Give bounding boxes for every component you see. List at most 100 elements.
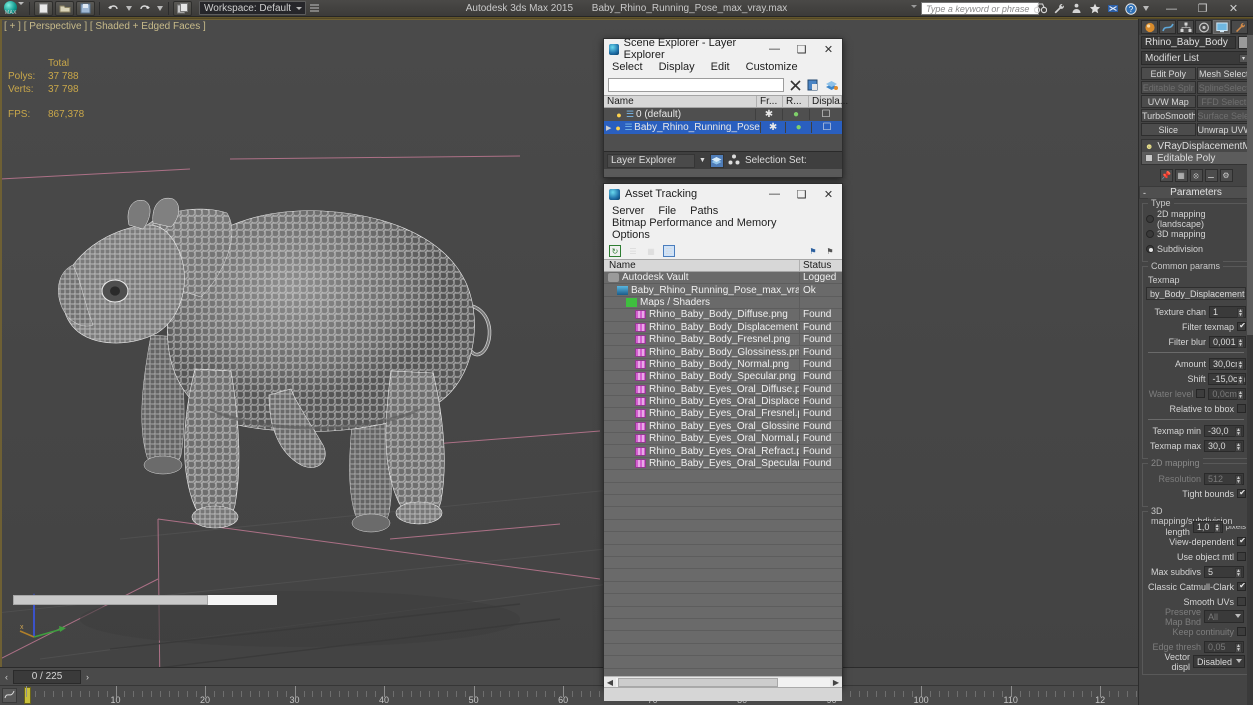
minimize-button[interactable]: — <box>1156 0 1187 17</box>
command-panel-scrollbar[interactable] <box>1247 35 1253 705</box>
current-frame-field[interactable]: 0 / 225 <box>13 669 81 684</box>
asset-row[interactable]: Rhino_Baby_Body_Normal.png Found <box>604 358 842 372</box>
save-icon[interactable] <box>76 0 95 16</box>
track-bar-ruler[interactable]: 10203040506070809010011012 <box>0 685 1138 705</box>
scroll-track[interactable] <box>616 677 830 687</box>
next-frame-button[interactable]: › <box>81 668 94 685</box>
menu-edit[interactable]: Edit <box>711 61 730 73</box>
scroll-left-icon[interactable]: ◀ <box>604 678 616 687</box>
freeze-cell[interactable]: ✱ <box>755 109 782 120</box>
modifier-button-unwrap-uvw[interactable]: Unwrap UVW <box>1196 123 1251 136</box>
water-level-spinner[interactable]: 0,0cm ▲ ▼ <box>1208 387 1246 400</box>
edge-length-spinner[interactable]: 1,0 ▲ ▼ <box>1192 520 1223 533</box>
radio-icon[interactable] <box>1146 229 1154 238</box>
make-unique-icon[interactable]: ⦻ <box>1189 169 1203 182</box>
explorer-mode-combo[interactable]: Layer Explorer <box>607 153 695 168</box>
minimize-button[interactable]: — <box>761 184 788 204</box>
undo-dropdown-icon[interactable] <box>125 1 133 16</box>
person-icon[interactable] <box>1070 2 1083 15</box>
asset-row[interactable]: Rhino_Baby_Eyes_Oral_Normal.png Found <box>604 433 842 446</box>
preserve-map-bnd-row[interactable]: Preserve Map Bnd All <box>1146 607 1246 627</box>
asset-tracking-window[interactable]: Asset Tracking — ❑ ✕ Server File Paths B… <box>603 183 843 701</box>
relative-to-bbox-row[interactable]: Relative to bbox <box>1146 402 1246 415</box>
layer-manager-icon[interactable] <box>709 153 724 168</box>
asset-tracking-hscrollbar[interactable]: ◀ ▶ <box>604 676 842 687</box>
column-render[interactable]: R... <box>783 96 809 107</box>
asset-row[interactable]: Rhino_Baby_Eyes_Oral_Specular.pngFound <box>604 458 842 471</box>
texture-channel-row[interactable]: Texture chan 1 ▲ ▼ <box>1146 305 1246 318</box>
asset-row[interactable]: Rhino_Baby_Body_Specular.png Found <box>604 371 842 384</box>
search-dropdown-icon[interactable] <box>911 5 917 8</box>
radio-subdivision[interactable]: Subdivision <box>1146 242 1246 255</box>
filter-blur-spinner[interactable]: 0,001 ▲ ▼ <box>1209 335 1246 348</box>
command-panel[interactable]: Rhino_Baby_Body Modifier List ▾ Edit Pol… <box>1138 19 1253 705</box>
asset-row[interactable]: Rhino_Baby_Body_Displacement.png Found <box>604 321 842 334</box>
column-name[interactable]: Name <box>604 96 757 107</box>
menu-customize[interactable]: Customize <box>746 61 798 73</box>
texmap-min-row[interactable]: Texmap min -30,0 ▲ ▼ <box>1146 424 1246 437</box>
lightbulb-icon[interactable]: ☻ <box>1145 142 1153 151</box>
texmap-max-spinner[interactable]: 30,0 ▲ ▼ <box>1204 439 1244 452</box>
hierarchy-tab[interactable] <box>1177 20 1194 34</box>
filter-texmap-checkbox[interactable] <box>1237 322 1247 331</box>
spinner-arrows-icon[interactable]: ▲ ▼ <box>1235 567 1242 578</box>
asset-tracking-titlebar[interactable]: Asset Tracking — ❑ ✕ <box>604 184 842 204</box>
scroll-thumb[interactable] <box>1247 35 1253 335</box>
refresh-icon[interactable]: ↻ <box>609 245 621 257</box>
menu-bitmap-performance[interactable]: Bitmap Performance and Memory <box>612 217 776 229</box>
keep-continuity-checkbox[interactable] <box>1237 627 1246 636</box>
menu-file[interactable]: File <box>658 205 676 217</box>
scene-explorer-window[interactable]: Scene Explorer - Layer Explorer — ❑ ✕ Se… <box>603 37 848 178</box>
modifier-button-mesh-select[interactable]: Mesh Select <box>1196 67 1251 80</box>
modifier-button-slice[interactable]: Slice <box>1141 123 1196 136</box>
menu-server[interactable]: Server <box>612 205 644 217</box>
asset-row[interactable]: Rhino_Baby_Body_Glossiness.png Found <box>604 346 842 359</box>
column-status[interactable]: Status <box>800 260 842 271</box>
time-slider-bar[interactable]: ‹ 0 / 225 › <box>0 667 1138 686</box>
water-level-checkbox[interactable] <box>1196 389 1206 398</box>
chevron-down-icon[interactable]: ▼ <box>699 157 706 164</box>
chevron-down-icon[interactable] <box>1235 614 1241 618</box>
relative-to-bbox-checkbox[interactable] <box>1237 404 1246 413</box>
scroll-thumb[interactable] <box>618 677 778 687</box>
list-icon[interactable]: ☰ <box>627 245 639 257</box>
redo-icon[interactable] <box>135 1 154 16</box>
scene-explorer-titlebar[interactable]: Scene Explorer - Layer Explorer — ❑ ✕ <box>604 37 842 61</box>
display-cell[interactable]: ☐ <box>810 122 842 133</box>
filter-blur-row[interactable]: Filter blur 0,001 ▲ ▼ <box>1146 335 1246 348</box>
texture-channel-spinner[interactable]: 1 ▲ ▼ <box>1209 305 1246 318</box>
freeze-cell[interactable]: ✱ <box>759 122 786 133</box>
view-dependent-row[interactable]: View-dependent <box>1146 535 1247 548</box>
layer-row-selected[interactable]: ▶ ● ☰ Baby_Rhino_Running_Pose ✱ ● ☐ <box>604 121 842 134</box>
scroll-right-icon[interactable]: ▶ <box>830 678 842 687</box>
scroll-track[interactable] <box>13 595 277 605</box>
configure-sets-icon[interactable]: ⚙ <box>1219 169 1233 182</box>
search-input[interactable]: Type a keyword or phrase <box>921 2 1039 15</box>
undo-icon[interactable] <box>104 1 123 16</box>
asset-row[interactable]: Rhino_Baby_Body_Fresnel.png Found <box>604 334 842 347</box>
texmap-button[interactable]: by_Body_Displacement.png) <box>1146 287 1246 300</box>
open-file-icon[interactable] <box>55 0 74 16</box>
wrench-icon[interactable] <box>1052 2 1065 15</box>
asset-row[interactable]: Rhino_Baby_Body_Diffuse.png Found <box>604 309 842 322</box>
selection-set-icon[interactable] <box>728 154 741 168</box>
display-tab[interactable] <box>1213 20 1230 34</box>
motion-tab[interactable] <box>1195 20 1212 34</box>
select-from-scene-hscrollbar[interactable]: ◀ ▶ <box>1 594 289 606</box>
workspace-menu-icon[interactable] <box>307 1 321 16</box>
asset-row[interactable]: Rhino_Baby_Eyes_Oral_Refract.png Found <box>604 445 842 458</box>
utilities-tab[interactable] <box>1231 20 1248 34</box>
perspective-viewport[interactable]: [ + ] [ Perspective ] [ Shaded + Edged F… <box>0 19 1138 667</box>
3dsmax-logo-icon[interactable]: MAX <box>2 0 26 16</box>
asset-row[interactable]: Baby_Rhino_Running_Pose_max_vray.maxOk <box>604 284 842 297</box>
spinner-arrows-icon[interactable]: ▲ ▼ <box>1237 359 1244 370</box>
asset-row[interactable]: Maps / Shaders <box>604 296 842 310</box>
amount-spinner[interactable]: 30,0cm ▲ ▼ <box>1209 357 1246 370</box>
help-dropdown-icon[interactable] <box>1142 2 1149 15</box>
texmap-max-row[interactable]: Texmap max 30,0 ▲ ▼ <box>1146 439 1246 452</box>
spinner-arrows-icon[interactable]: ▲ ▼ <box>1237 374 1244 385</box>
water-level-row[interactable]: Water level 0,0cm ▲ ▼ <box>1146 387 1246 400</box>
texmap-min-spinner[interactable]: -30,0 ▲ ▼ <box>1204 424 1244 437</box>
menu-paths[interactable]: Paths <box>690 205 718 217</box>
edge-thresh-spinner[interactable]: 0,05 ▲ ▼ <box>1204 640 1244 653</box>
